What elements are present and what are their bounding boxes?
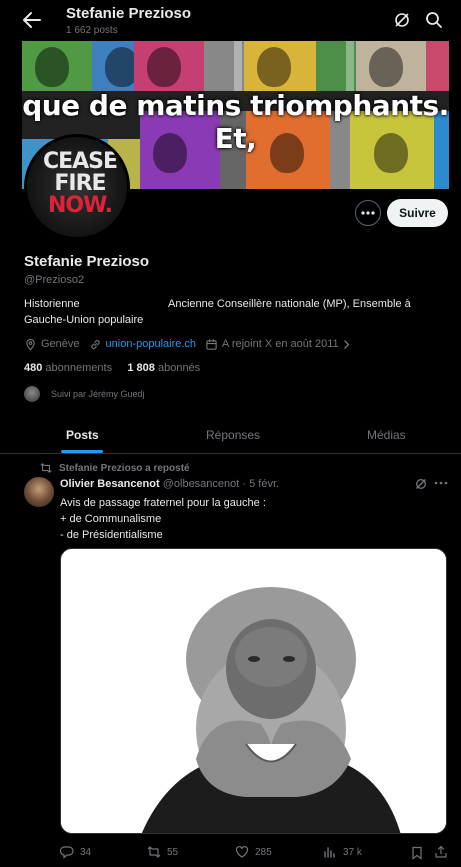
banner-tile xyxy=(244,41,316,91)
avatar-text-line3: NOW. xyxy=(48,193,113,218)
views-chart-icon xyxy=(324,847,335,858)
follow-button[interactable]: Suivre xyxy=(387,199,448,227)
avatar-text-line2: FIRE xyxy=(54,171,106,196)
repost-icon xyxy=(147,846,161,858)
grok-icon[interactable] xyxy=(414,477,428,491)
bio-part-3: Gauche-Union populaire xyxy=(24,314,144,326)
more-options-button[interactable] xyxy=(355,200,381,226)
calendar-icon xyxy=(206,338,217,350)
banner-tile xyxy=(134,41,204,91)
profile-handle: @Prezioso2 xyxy=(24,274,85,286)
profile-meta: Genève union-populaire.ch A rejoint X en… xyxy=(24,336,360,352)
like-count: 285 xyxy=(255,846,272,858)
banner-tile xyxy=(204,41,244,91)
tab-media[interactable]: Médias xyxy=(367,428,406,442)
banner-tile xyxy=(426,41,449,91)
banner-tile xyxy=(316,41,356,91)
repost-indicator: Stefanie Prezioso a reposté xyxy=(40,462,190,474)
followers-link[interactable]: 1 808 abonnés xyxy=(127,362,200,374)
joined-text: A rejoint X en août 2011 xyxy=(222,338,339,350)
follower-avatar xyxy=(24,386,40,402)
tab-replies[interactable]: Réponses xyxy=(206,428,260,442)
top-bar: Stefanie Prezioso 1 662 posts xyxy=(0,0,461,41)
reply-icon xyxy=(60,846,74,859)
post-header: Olivier Besancenot @olbesancenot · 5 fév… xyxy=(60,478,279,490)
post-text-line: + de Communalisme xyxy=(60,513,162,525)
active-tab-indicator xyxy=(61,450,103,453)
more-dots-icon xyxy=(361,211,375,215)
follow-counts: 480 abonnements 1 808 abonnés xyxy=(24,362,200,374)
profile-tabs: Posts Réponses Médias xyxy=(0,418,461,454)
website-item[interactable]: union-populaire.ch xyxy=(89,338,197,351)
following-count: 480 xyxy=(24,362,43,374)
repost-button[interactable]: 55 xyxy=(147,845,178,859)
back-arrow-icon[interactable] xyxy=(20,8,44,32)
repost-label: Stefanie Prezioso a reposté xyxy=(59,462,190,474)
reply-count: 34 xyxy=(80,846,92,858)
following-link[interactable]: 480 abonnements xyxy=(24,362,112,374)
marx-heart-hands-image xyxy=(61,549,446,833)
post-author-avatar[interactable] xyxy=(24,477,54,507)
followed-by-row[interactable]: Suivi par Jérémy Guedj xyxy=(24,386,145,402)
post-date[interactable]: · 5 févr. xyxy=(239,478,279,490)
tab-posts[interactable]: Posts xyxy=(66,428,99,442)
reply-button[interactable]: 34 xyxy=(60,845,91,859)
chevron-right-icon xyxy=(343,339,350,349)
location-text: Genève xyxy=(41,338,80,350)
post-text: Avis de passage fraternel pour la gauche… xyxy=(60,495,266,543)
profile-avatar[interactable]: CEASE FIRE NOW. xyxy=(24,134,130,240)
website-link[interactable]: union-populaire.ch xyxy=(106,338,197,350)
repost-icon xyxy=(40,463,52,473)
joined-item[interactable]: A rejoint X en août 2011 xyxy=(205,338,351,351)
post-text-line: Avis de passage fraternel pour la gauche… xyxy=(60,497,266,509)
search-icon[interactable] xyxy=(424,10,444,30)
heart-icon xyxy=(235,845,249,858)
post-author-handle[interactable]: @olbesancenot xyxy=(163,478,240,490)
post-image[interactable] xyxy=(60,548,447,834)
header-title: Stefanie Prezioso xyxy=(66,5,192,22)
views-button[interactable]: 37 k xyxy=(323,845,362,859)
share-icon[interactable] xyxy=(434,845,448,859)
bio-part-2: Ancienne Conseillère nationale (MP), Ens… xyxy=(168,298,411,310)
bio-part-1: Historienne xyxy=(24,298,80,310)
profile-name: Stefanie Prezioso xyxy=(24,253,150,270)
bookmark-icon[interactable] xyxy=(411,846,423,860)
views-count: 37 k xyxy=(343,846,362,858)
post-actions: 34 55 285 37 k xyxy=(60,845,450,863)
more-dots-icon[interactable] xyxy=(434,481,448,485)
location-pin-icon xyxy=(26,338,35,350)
followed-by-text: Suivi par Jérémy Guedj xyxy=(51,389,145,399)
location-item: Genève xyxy=(24,338,80,351)
avatar-text-line1: CEASE xyxy=(42,149,118,174)
banner-tile xyxy=(22,41,92,91)
post-text-line: - de Présidentialisme xyxy=(60,529,163,541)
followers-label: abonnés xyxy=(157,362,201,374)
like-button[interactable]: 285 xyxy=(235,845,272,859)
header-posts-count: 1 662 posts xyxy=(66,25,118,36)
following-label: abonnements xyxy=(45,362,113,374)
link-icon xyxy=(90,339,100,349)
banner-tile xyxy=(356,41,426,91)
grok-icon[interactable] xyxy=(392,10,412,30)
followers-count: 1 808 xyxy=(127,362,155,374)
post-author-name[interactable]: Olivier Besancenot xyxy=(60,478,160,490)
repost-count: 55 xyxy=(167,846,179,858)
